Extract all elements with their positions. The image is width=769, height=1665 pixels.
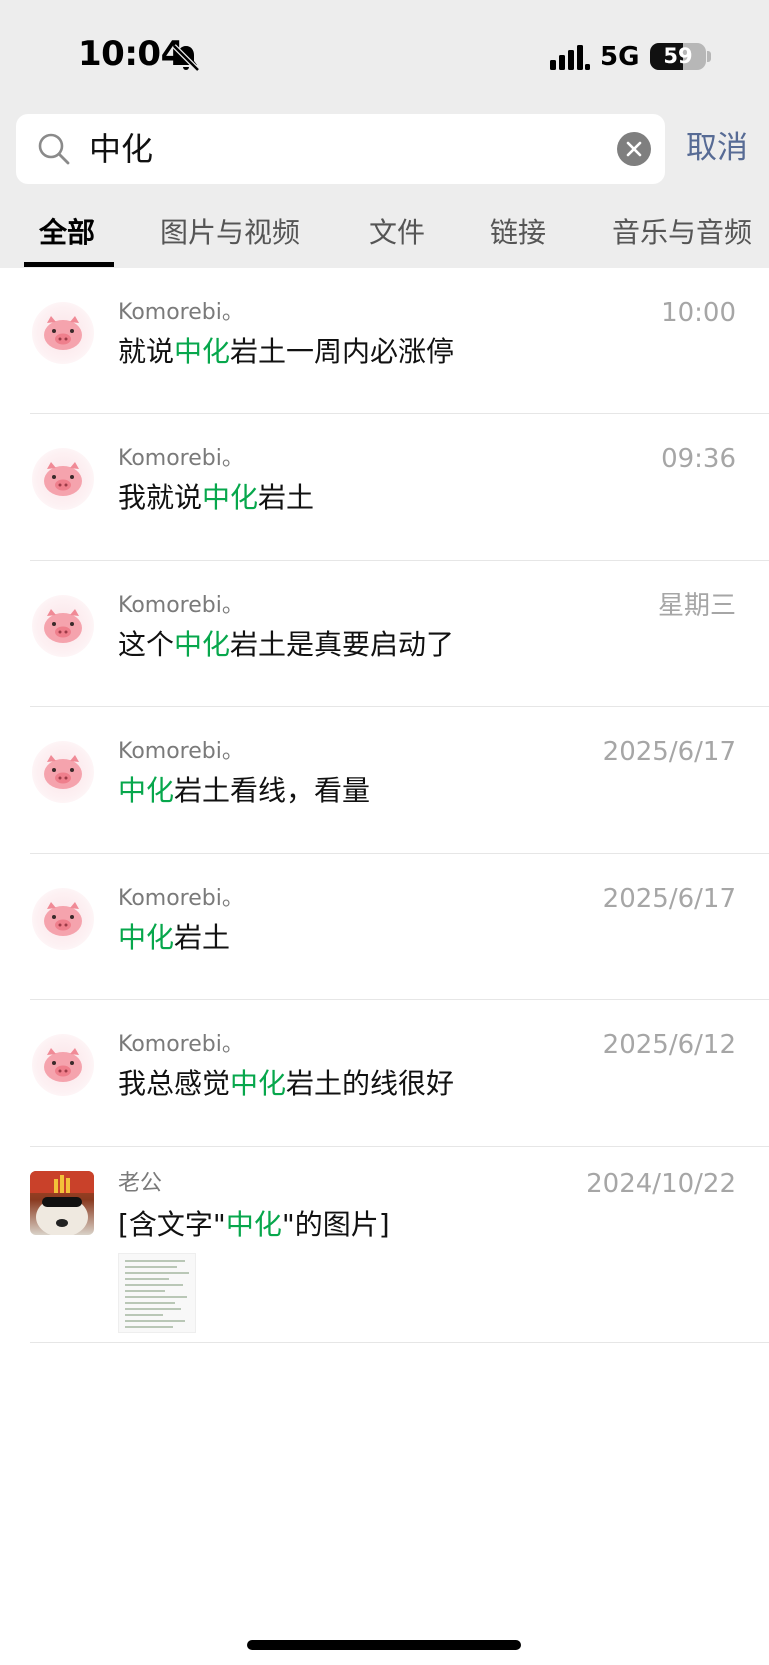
thumbnail-line (125, 1290, 165, 1292)
sender-name: Komorebi。 (118, 886, 244, 911)
message-snippet: 中化岩土看线，看量 (118, 771, 370, 811)
thumbnail-line (125, 1308, 181, 1310)
thumbnail-line (125, 1284, 183, 1286)
sender-name: Komorebi。 (118, 739, 244, 764)
snippet-text: 岩土是真要启动了 (230, 628, 455, 661)
sender-name: Komorebi。 (118, 593, 244, 618)
keyword-highlight: 中化 (118, 774, 175, 807)
message-snippet: [含文字"中化"的图片] (118, 1205, 390, 1245)
pig-icon (32, 888, 94, 950)
sender-name: Komorebi。 (118, 446, 244, 471)
message-date: 2025/6/17 (602, 884, 736, 914)
list-item[interactable]: Komorebi。 2025/6/12 我总感觉中化岩土的线很好 (0, 1000, 769, 1147)
snippet-text: 岩土一周内必涨停 (230, 335, 455, 368)
snippet-text: 岩土的线很好 (286, 1067, 455, 1100)
snippet-text: 我总感觉 (118, 1067, 231, 1100)
message-snippet: 我总感觉中化岩土的线很好 (118, 1064, 454, 1104)
list-item[interactable]: 老公 2024/10/22 [含文字"中化"的图片] (0, 1147, 769, 1343)
thumbnail-line (125, 1314, 163, 1316)
thumbnail-line (125, 1302, 175, 1304)
battery-tip (707, 51, 711, 62)
message-date: 2025/6/12 (602, 1030, 736, 1060)
keyword-highlight: 中化 (174, 628, 231, 661)
keyword-highlight: 中化 (174, 335, 231, 368)
thumbnail-line (125, 1326, 173, 1328)
snippet-text: 这个 (118, 628, 175, 661)
pig-icon (32, 1034, 94, 1096)
keyword-highlight: 中化 (118, 921, 175, 954)
list-item[interactable]: Komorebi。 2025/6/17 中化岩土 (0, 854, 769, 1000)
status-time: 10:04 (78, 34, 184, 74)
pig-icon (32, 448, 94, 510)
search-query[interactable]: 中化 (89, 114, 153, 184)
battery-icon: 59 (650, 43, 706, 70)
list-item[interactable]: Komorebi。 10:00 就说中化岩土一周内必涨停 (0, 268, 769, 414)
snippet-text: 岩土看线，看量 (174, 774, 371, 807)
network-type: 5G (600, 42, 640, 72)
keyword-highlight: 中化 (230, 1067, 287, 1100)
list-item[interactable]: Komorebi。 星期三 这个中化岩土是真要启动了 (0, 561, 769, 707)
keyword-highlight: 中化 (225, 1208, 282, 1241)
home-indicator[interactable] (247, 1640, 521, 1650)
thumbnail-line (125, 1260, 185, 1262)
snippet-text: 我就说 (118, 481, 203, 514)
message-date: 2024/10/22 (586, 1169, 736, 1199)
pig-icon (32, 595, 94, 657)
snippet-text: 岩土 (174, 921, 231, 954)
message-snippet: 这个中化岩土是真要启动了 (118, 625, 454, 665)
sender-name: Komorebi。 (118, 1032, 244, 1057)
tab-all[interactable]: 全部 (39, 213, 95, 253)
cancel-button[interactable]: 取消 (686, 126, 748, 170)
message-date: 星期三 (657, 591, 736, 621)
thumbnail-line (125, 1266, 177, 1268)
keyword-highlight: 中化 (202, 481, 259, 514)
tab-links[interactable]: 链接 (490, 213, 546, 253)
tab-files[interactable]: 文件 (369, 213, 425, 253)
signal-bars-icon (550, 45, 590, 70)
image-thumbnail[interactable] (118, 1253, 196, 1333)
snippet-text: 岩土 (258, 481, 315, 514)
message-snippet: 就说中化岩土一周内必涨停 (118, 332, 454, 372)
message-date: 09:36 (661, 444, 736, 474)
pig-icon (32, 741, 94, 803)
thumbnail-line (125, 1296, 187, 1298)
thumbnail-line (125, 1278, 169, 1280)
thumbnail-line (125, 1320, 185, 1322)
photo-avatar (30, 1171, 94, 1235)
snippet-text: 就说 (118, 335, 175, 368)
sender-name: 老公 (118, 1171, 163, 1196)
search-input[interactable]: 中化 (16, 114, 665, 184)
message-date: 10:00 (661, 298, 736, 328)
tab-photos-videos[interactable]: 图片与视频 (160, 213, 300, 253)
message-snippet: 中化岩土 (118, 918, 230, 958)
active-tab-indicator (24, 262, 114, 267)
message-date: 2025/6/17 (602, 737, 736, 767)
search-icon (38, 133, 70, 165)
clear-icon[interactable] (617, 132, 651, 166)
pig-icon (32, 302, 94, 364)
bell-slash-icon (172, 44, 200, 72)
list-item[interactable]: Komorebi。 09:36 我就说中化岩土 (0, 414, 769, 561)
thumbnail-line (125, 1272, 189, 1274)
message-snippet: 我就说中化岩土 (118, 478, 314, 518)
snippet-text: "的图片] (281, 1208, 390, 1241)
list-item[interactable]: Komorebi。 2025/6/17 中化岩土看线，看量 (0, 707, 769, 854)
battery-level: 59 (663, 44, 693, 68)
tab-music-audio[interactable]: 音乐与音频 (612, 213, 752, 253)
divider (30, 1342, 769, 1343)
sender-name: Komorebi。 (118, 300, 244, 325)
snippet-text: [含文字" (118, 1208, 226, 1241)
